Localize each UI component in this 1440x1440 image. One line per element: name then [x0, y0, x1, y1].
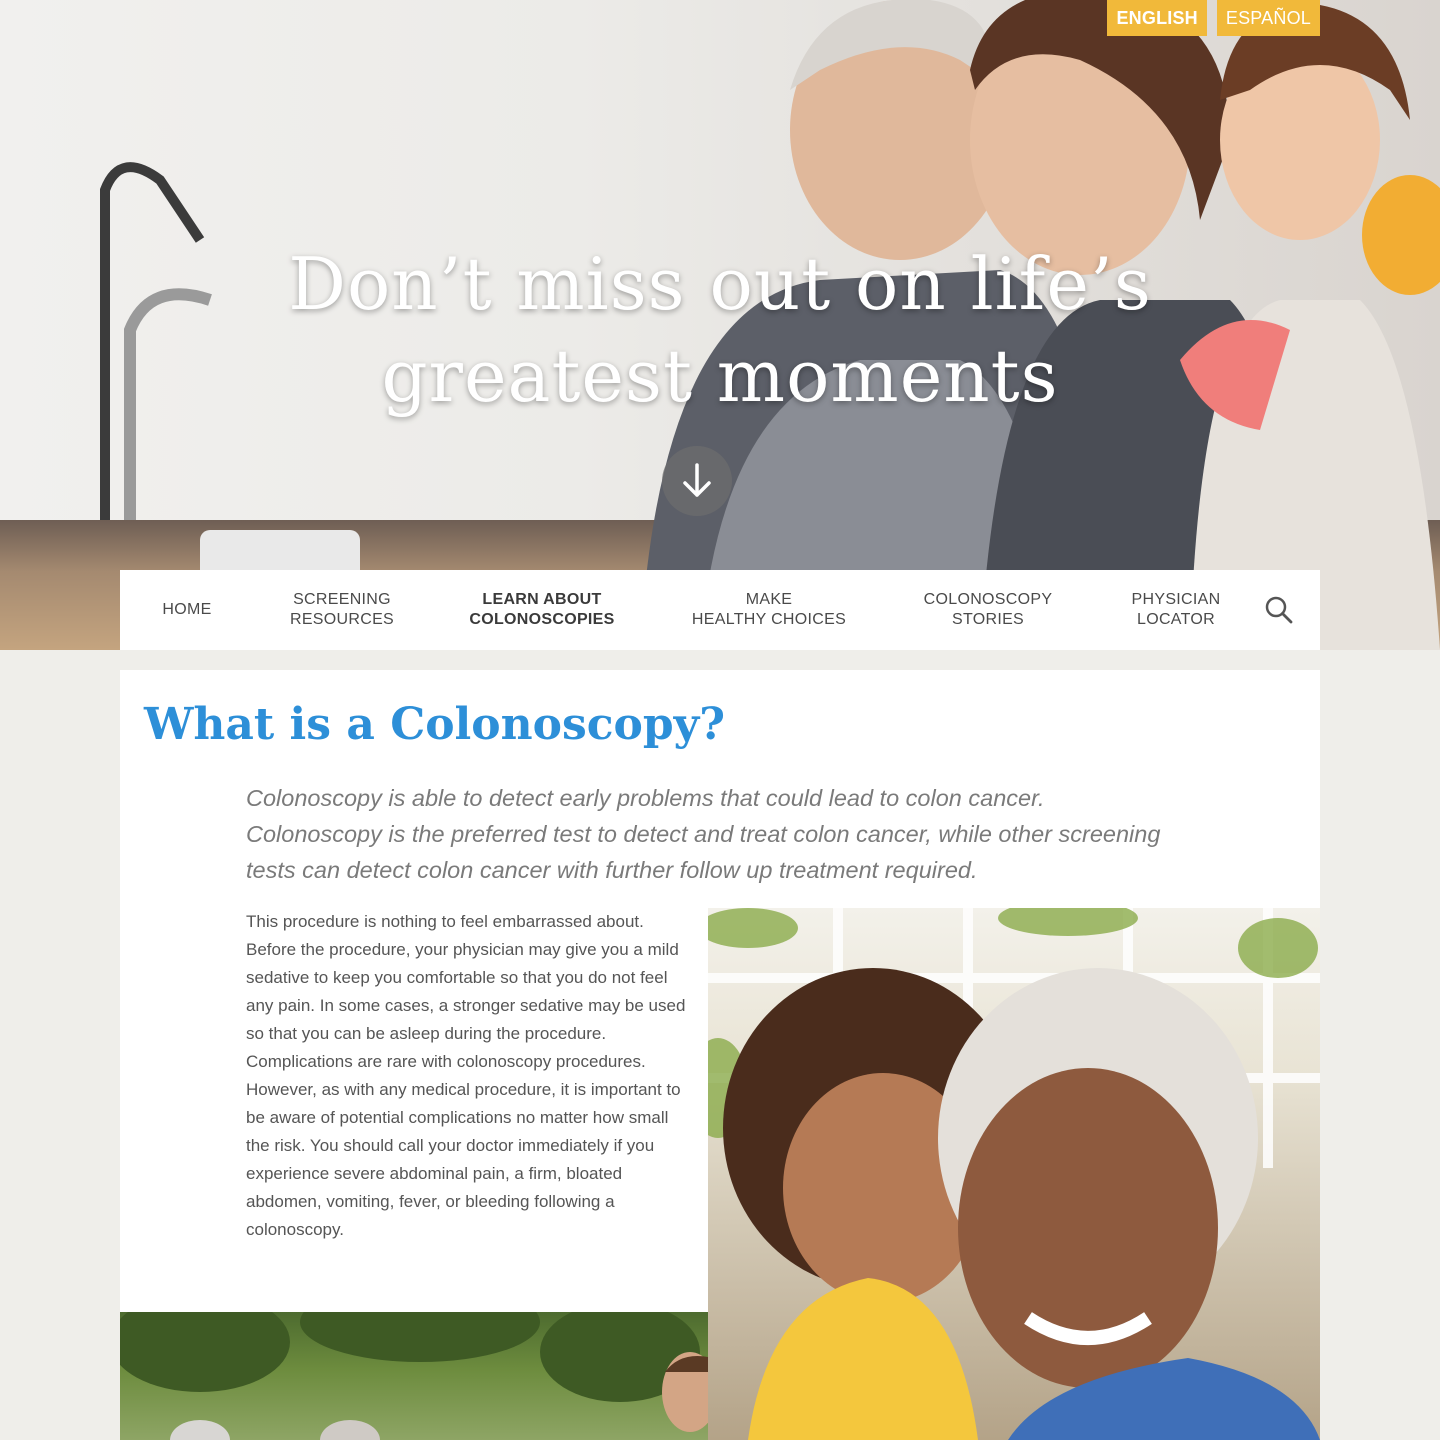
intro-paragraph: Colonoscopy is able to detect early prob… — [246, 785, 1161, 883]
photo-family-outdoors — [120, 1312, 708, 1440]
photo-illustration — [120, 1312, 708, 1440]
hero-title: Don’t miss out on life’s greatest moment… — [0, 238, 1440, 422]
english-button[interactable]: ENGLISH — [1107, 0, 1207, 36]
nav-item-screening-resources[interactable]: SCREENING RESOURCES — [272, 570, 412, 650]
nav-item-colonoscopy-stories[interactable]: COLONOSCOPY STORIES — [908, 570, 1068, 650]
search-icon[interactable] — [1264, 595, 1294, 625]
nav-item-label: RESOURCES — [289, 611, 395, 628]
main-navigation: HOME SCREENING RESOURCES LEARN ABOUT COL… — [120, 570, 1320, 650]
nav-item-home[interactable]: HOME — [132, 570, 242, 650]
nav-item-label: SCREENING — [293, 591, 391, 608]
hero-title-line-2: greatest moments — [381, 334, 1059, 418]
photo-illustration — [708, 908, 1320, 1440]
hero-banner: ENGLISH ESPAÑOL Don’t miss out on life’s… — [0, 0, 1440, 650]
spanish-button[interactable]: ESPAÑOL — [1216, 0, 1320, 36]
arrow-down-icon — [683, 463, 711, 497]
nav-item-label: LOCATOR — [1137, 611, 1215, 628]
nav-item-label: PHYSICIAN — [1131, 591, 1221, 608]
nav-item-make-healthy-choices[interactable]: MAKE HEALTHY CHOICES — [674, 570, 864, 650]
nav-item-label: COLONOSCOPIES — [469, 611, 615, 628]
photo-grandmother-child — [708, 908, 1320, 1440]
nav-item-physician-locator[interactable]: PHYSICIAN LOCATOR — [1116, 570, 1236, 650]
nav-item-label: COLONOSCOPY — [923, 591, 1053, 608]
nav-item-label: STORIES — [951, 611, 1025, 628]
nav-item-label: HEALTHY CHOICES — [691, 611, 847, 628]
language-switcher: ENGLISH ESPAÑOL — [1107, 0, 1320, 36]
nav-item-label: HOME — [162, 601, 212, 618]
body-paragraph: This procedure is nothing to feel embarr… — [246, 912, 686, 1239]
scroll-down-button[interactable] — [662, 446, 732, 516]
nav-item-learn-about-colonoscopies[interactable]: LEARN ABOUT COLONOSCOPIES — [452, 570, 632, 650]
hero-title-line-1: Don’t miss out on life’s — [288, 242, 1152, 326]
nav-item-label: LEARN ABOUT — [482, 591, 602, 608]
nav-item-label: MAKE — [745, 591, 793, 608]
page-title: What is a Colonoscopy? — [144, 699, 725, 750]
page: ENGLISH ESPAÑOL Don’t miss out on life’s… — [0, 0, 1440, 1440]
